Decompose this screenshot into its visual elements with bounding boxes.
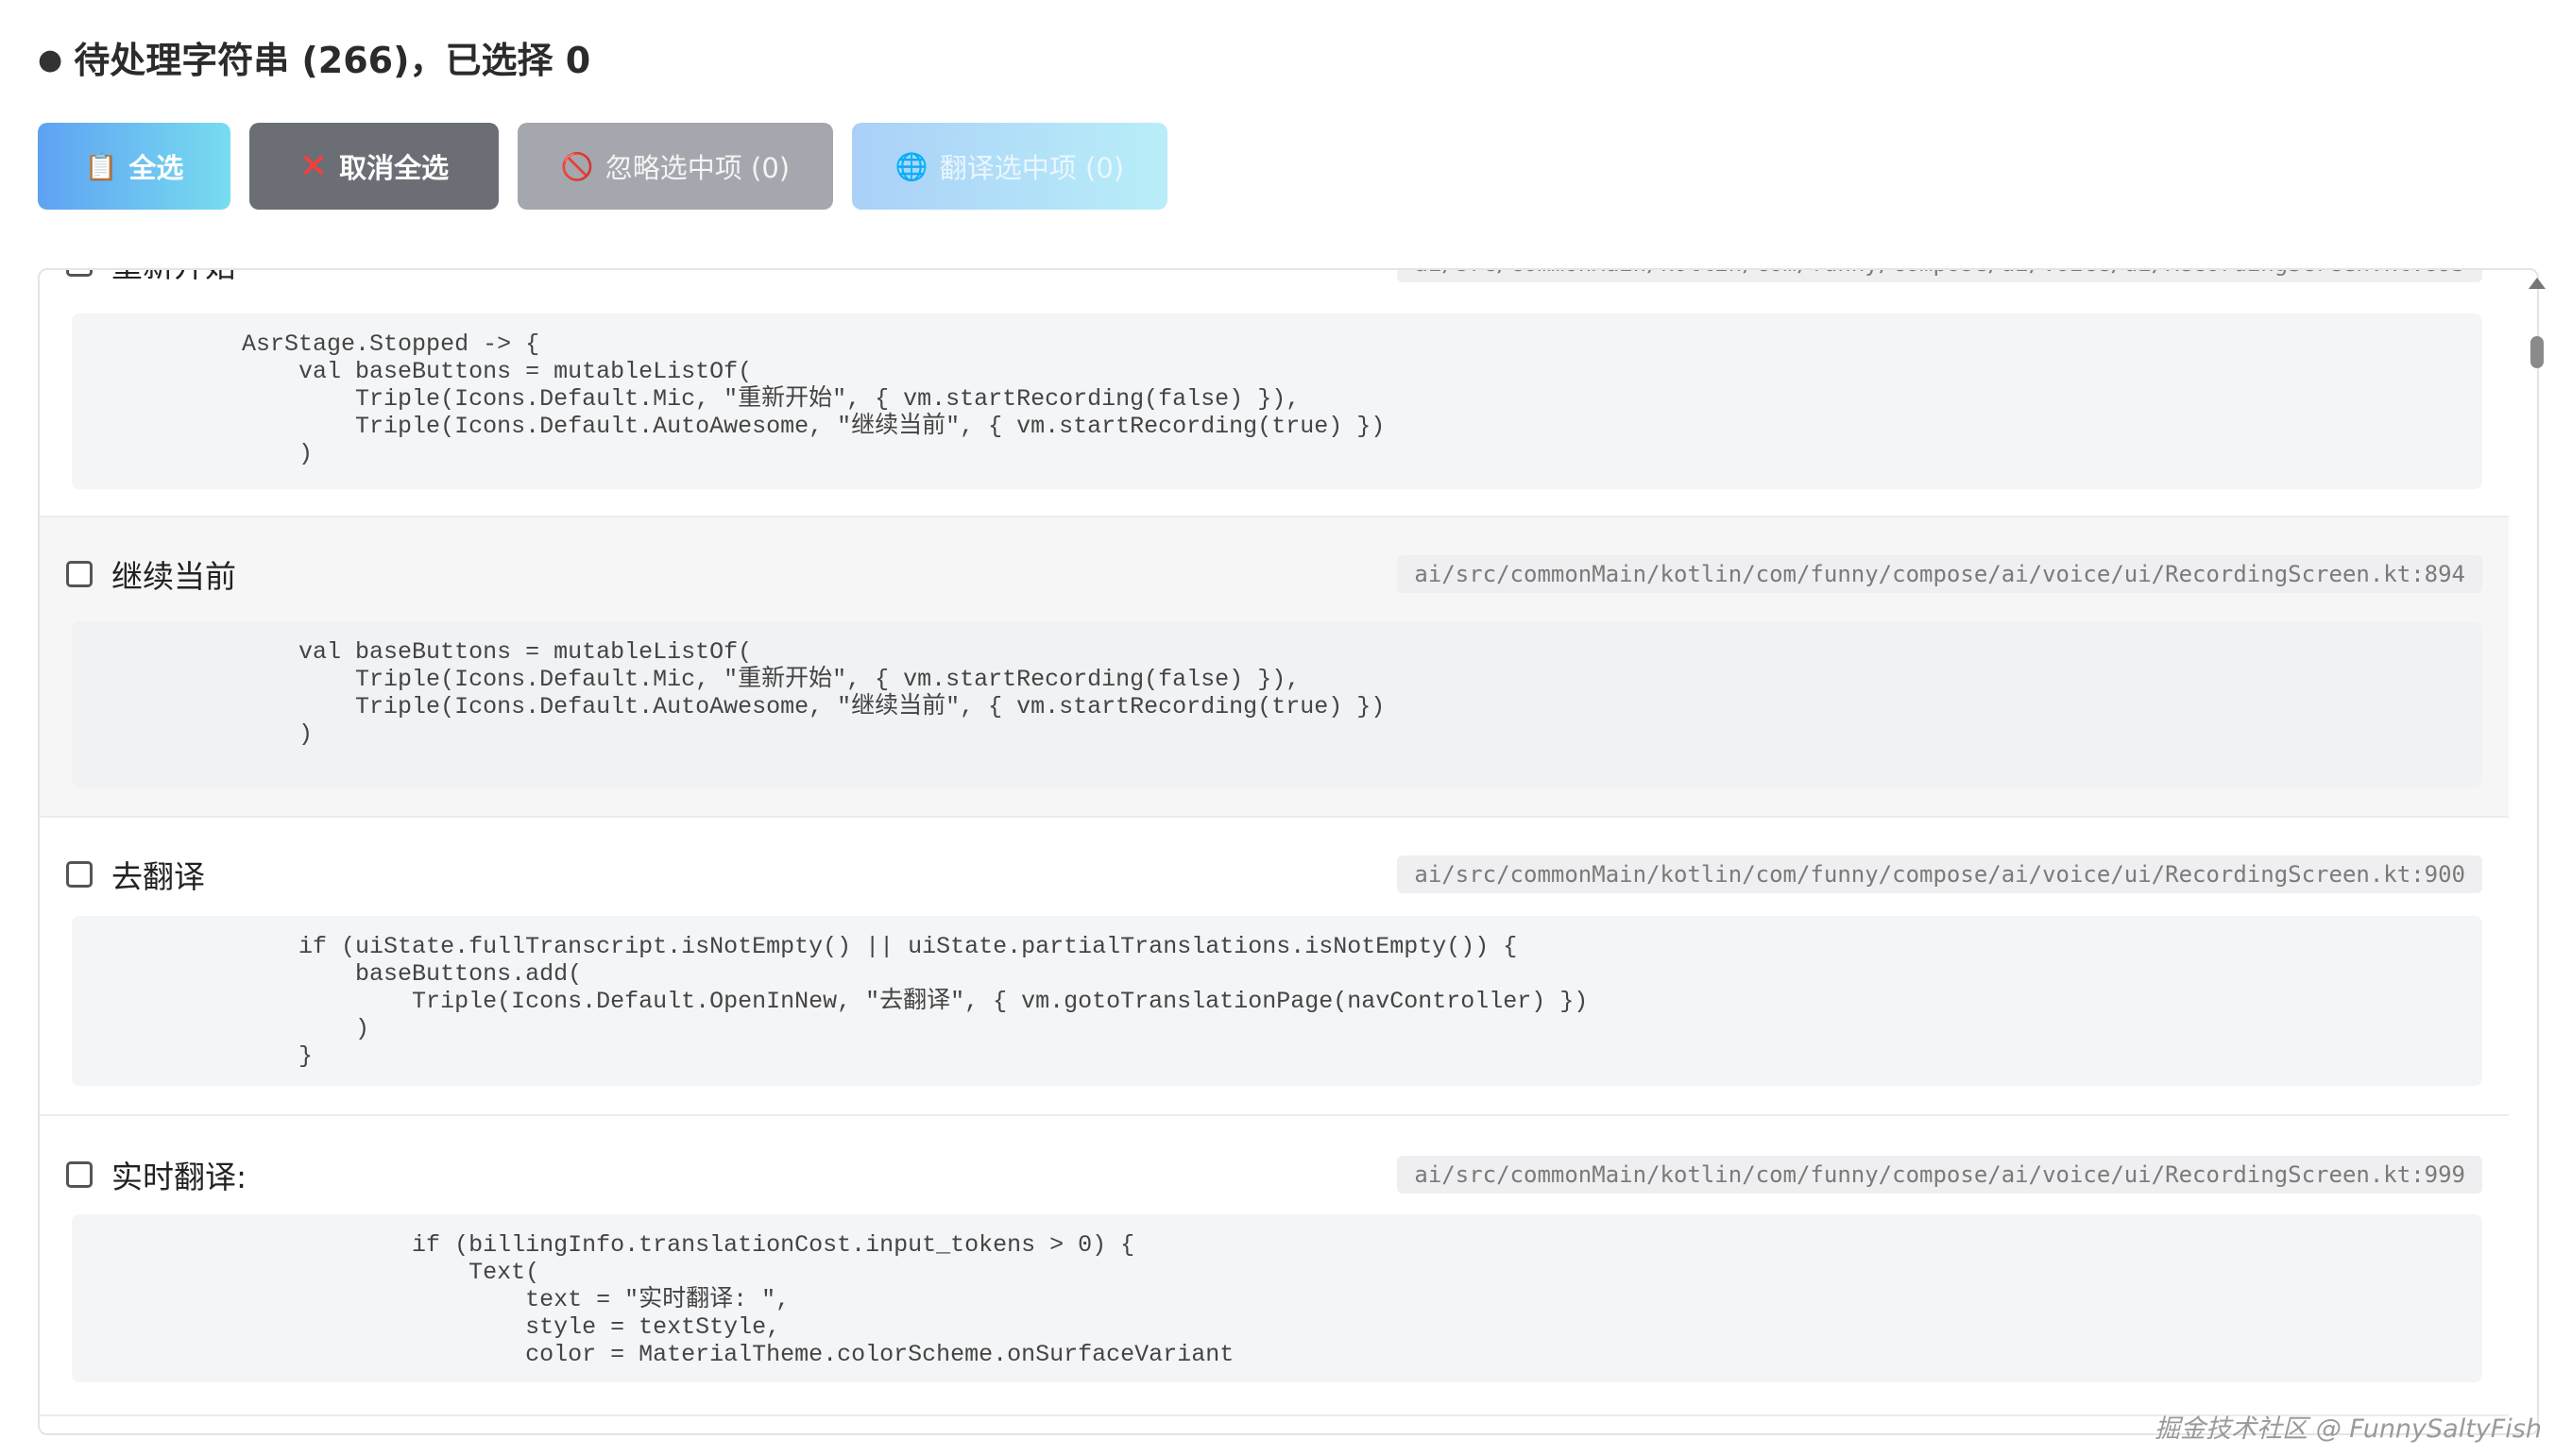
list-item: 去翻译 ai/src/commonMain/kotlin/com/funny/c… xyxy=(40,818,2509,1116)
ignore-selected-label: 忽略选中项 (0) xyxy=(605,152,791,184)
item-label: 继续当前 xyxy=(111,558,236,595)
code-snippet: val baseButtons = mutableListOf( Triple(… xyxy=(72,621,2482,787)
globe-icon: 🌐 xyxy=(894,150,928,182)
ignore-selected-button[interactable]: 🚫 忽略选中项 (0) xyxy=(518,123,833,210)
item-checkbox[interactable] xyxy=(66,861,93,888)
string-list[interactable]: 重新开始 ai/src/commonMain/kotlin/com/funny/… xyxy=(38,268,2539,1435)
page-title-text: 待处理字符串 (266)，已选择 0 xyxy=(74,40,591,81)
item-label: 重新开始 xyxy=(111,270,236,286)
code-snippet: if (uiState.fullTranscript.isNotEmpty() … xyxy=(72,916,2482,1086)
page-title: ● 待处理字符串 (266)，已选择 0 xyxy=(38,34,590,87)
clipboard-icon: 📋 xyxy=(84,150,118,182)
list-item: 继续当前 ai/src/commonMain/kotlin/com/funny/… xyxy=(40,517,2509,818)
code-snippet: AsrStage.Stopped -> { val baseButtons = … xyxy=(72,313,2482,489)
list-item: 重新开始 ai/src/commonMain/kotlin/com/funny/… xyxy=(40,270,2509,517)
item-checkbox[interactable] xyxy=(66,1161,93,1188)
item-path: ai/src/commonMain/kotlin/com/funny/compo… xyxy=(1397,855,2482,893)
vertical-scrollbar[interactable] xyxy=(2523,268,2551,1435)
item-path: ai/src/commonMain/kotlin/com/funny/compo… xyxy=(1397,555,2482,593)
item-label: 实时翻译: xyxy=(111,1159,247,1195)
deselect-all-label: 取消全选 xyxy=(339,152,450,184)
close-icon: ✕ xyxy=(298,146,329,186)
bullet-icon: ● xyxy=(38,43,63,76)
select-all-button[interactable]: 📋 全选 xyxy=(38,123,230,210)
deselect-all-button[interactable]: ✕ 取消全选 xyxy=(249,123,499,210)
scroll-up-arrow-icon[interactable] xyxy=(2529,278,2546,289)
translate-selected-button[interactable]: 🌐 翻译选中项 (0) xyxy=(852,123,1167,210)
list-item: 实时翻译: ai/src/commonMain/kotlin/com/funny… xyxy=(40,1116,2509,1416)
item-label: 去翻译 xyxy=(111,858,205,895)
watermark: 掘金技术社区 @ FunnySaltyFish xyxy=(2155,1414,2542,1444)
item-path: ai/src/commonMain/kotlin/com/funny/compo… xyxy=(1397,1156,2482,1194)
item-checkbox[interactable] xyxy=(66,561,93,587)
toolbar: 📋 全选 ✕ 取消全选 🚫 忽略选中项 (0) 🌐 翻译选中项 (0) xyxy=(38,123,1167,210)
prohibited-icon: 🚫 xyxy=(560,150,594,182)
code-snippet: if (billingInfo.translationCost.input_to… xyxy=(72,1214,2482,1382)
translate-selected-label: 翻译选中项 (0) xyxy=(939,152,1125,184)
item-checkbox[interactable] xyxy=(66,270,93,277)
scroll-thumb[interactable] xyxy=(2530,336,2544,368)
select-all-label: 全选 xyxy=(128,152,184,184)
item-path: ai/src/commonMain/kotlin/com/funny/compo… xyxy=(1397,270,2482,282)
